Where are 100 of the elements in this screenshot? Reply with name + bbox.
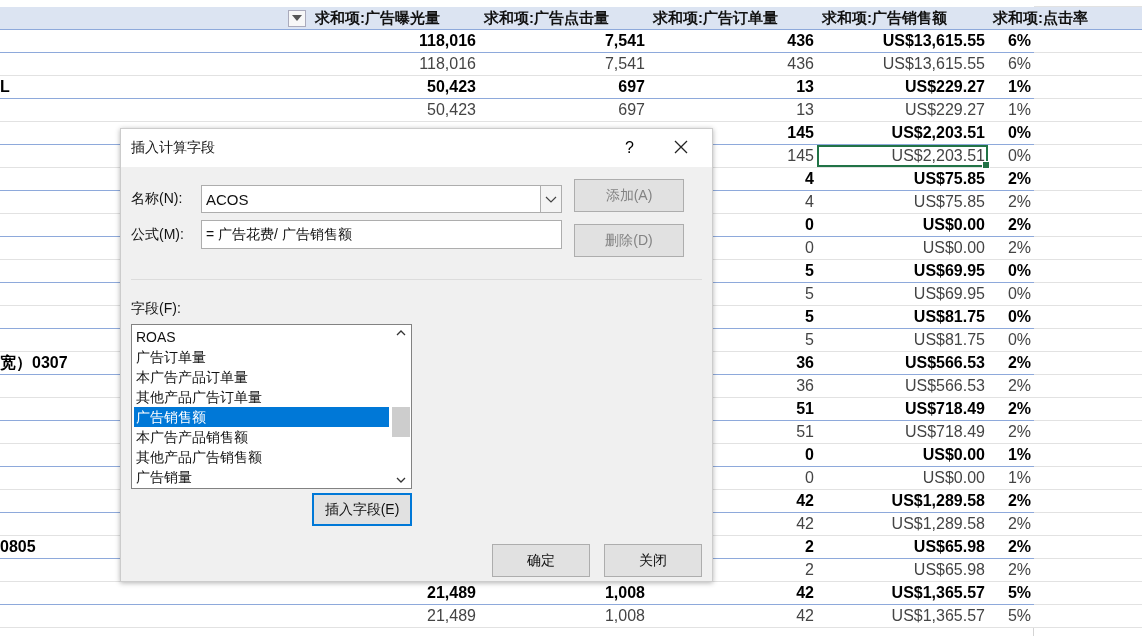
- formula-label: 公式(M):: [131, 225, 185, 244]
- close-icon[interactable]: [674, 140, 690, 156]
- scroll-down-icon[interactable]: [396, 477, 406, 483]
- table-cell: US$65.98: [913, 538, 985, 556]
- table-cell: 13: [796, 78, 814, 96]
- table-cell: 5: [805, 285, 814, 303]
- table-cell: US$81.75: [913, 308, 985, 326]
- table-cell: US$69.95: [913, 285, 985, 303]
- table-cell: 118,016: [419, 55, 476, 73]
- help-button[interactable]: ?: [625, 139, 634, 157]
- table-cell: 436: [787, 32, 814, 50]
- table-cell: 5: [805, 308, 814, 326]
- table-cell: 21,489: [427, 607, 476, 625]
- scroll-up-icon[interactable]: [396, 330, 406, 336]
- fill-handle[interactable]: [982, 161, 990, 169]
- table-cell: 2%: [1007, 400, 1031, 418]
- table-cell: US$13,615.55: [882, 32, 985, 50]
- table-cell: 7,541: [604, 32, 645, 50]
- table-cell: 2%: [1007, 239, 1031, 257]
- table-cell: 145: [787, 147, 814, 165]
- list-item[interactable]: ROAS: [134, 327, 389, 347]
- table-cell: US$13,615.55: [882, 55, 985, 73]
- list-item[interactable]: 广告销售额: [134, 407, 389, 427]
- table-cell: US$718.49: [904, 423, 985, 441]
- table-cell: 1%: [1007, 469, 1031, 487]
- table-cell: US$566.53: [904, 377, 985, 395]
- table-cell: 5%: [1007, 607, 1031, 625]
- table-cell: 2%: [1007, 193, 1031, 211]
- table-cell: US$69.95: [913, 262, 985, 280]
- table-cell: 50,423: [427, 78, 476, 96]
- table-cell: 0: [805, 216, 814, 234]
- table-cell: 5: [805, 331, 814, 349]
- table-cell: US$566.53: [904, 354, 985, 372]
- name-combo-box[interactable]: ACOS: [201, 185, 562, 213]
- scrollbar-thumb[interactable]: [392, 407, 410, 437]
- list-item[interactable]: 其他产品广告订单量: [134, 387, 389, 407]
- table-cell: 2: [805, 561, 814, 579]
- table-cell: 2%: [1007, 377, 1031, 395]
- table-cell: 21,489: [427, 584, 476, 602]
- table-cell: 0%: [1007, 147, 1031, 165]
- table-cell: 2%: [1007, 561, 1031, 579]
- table-cell: 2%: [1007, 538, 1031, 556]
- table-cell: US$1,289.58: [891, 492, 985, 510]
- dialog-button[interactable]: 关闭: [604, 544, 702, 577]
- list-item[interactable]: 广告销量: [134, 467, 389, 487]
- table-cell: 6%: [1007, 32, 1031, 50]
- filter-dropdown-icon[interactable]: [288, 9, 306, 27]
- table-cell: US$65.98: [913, 561, 985, 579]
- table-cell: 697: [618, 101, 645, 119]
- table-cell: 0: [805, 446, 814, 464]
- list-item[interactable]: 本广告产品订单量: [134, 367, 389, 387]
- table-cell: 4: [805, 170, 814, 188]
- formula-field[interactable]: = 广告花费/ 广告销售额: [201, 220, 562, 249]
- table-cell: US$1,365.57: [891, 607, 985, 625]
- table-cell: US$229.27: [904, 78, 985, 96]
- table-cell: 2%: [1007, 423, 1031, 441]
- list-item[interactable]: 广告订单量: [134, 347, 389, 367]
- table-cell: US$1,289.58: [891, 515, 985, 533]
- table-cell: 145: [787, 124, 814, 142]
- table-cell: 5%: [1007, 584, 1031, 602]
- fields-label: 字段(F):: [131, 300, 182, 318]
- insert-field-button[interactable]: 插入字段(E): [312, 493, 412, 526]
- table-cell: 1%: [1007, 446, 1031, 464]
- row-label: 宽）0307: [0, 352, 68, 373]
- list-item[interactable]: 其他产品广告销售额: [134, 447, 389, 467]
- table-cell: US$81.75: [913, 331, 985, 349]
- table-cell: US$718.49: [904, 400, 985, 418]
- table-cell: 2%: [1007, 170, 1031, 188]
- column-header: 求和项:广告曝光量: [315, 8, 440, 28]
- table-cell: 436: [787, 55, 814, 73]
- table-cell: US$1,365.57: [891, 584, 985, 602]
- table-cell: US$0.00: [922, 239, 985, 257]
- fields-list[interactable]: ROAS 广告订单量 本广告产品订单量 其他产品广告订单量 广告销售额 本广告产品销售额 其他产品广告销售额 广告销量: [131, 324, 412, 489]
- table-cell: 118,016: [419, 32, 476, 50]
- table-cell: 13: [796, 101, 814, 119]
- table-cell: 36: [796, 377, 814, 395]
- table-cell: 1,008: [604, 584, 645, 602]
- table-cell: US$2,203.51: [891, 124, 985, 142]
- table-cell: 0%: [1007, 124, 1031, 142]
- table-cell: 0%: [1007, 285, 1031, 303]
- table-cell: 42: [796, 584, 814, 602]
- table-cell: 50,423: [427, 101, 476, 119]
- table-cell: 0%: [1007, 262, 1031, 280]
- table-cell: 51: [796, 400, 814, 418]
- table-cell: US$75.85: [913, 170, 985, 188]
- table-cell: 42: [796, 492, 814, 510]
- dialog-button[interactable]: 确定: [492, 544, 590, 577]
- table-cell: 51: [796, 423, 814, 441]
- table-cell: US$0.00: [922, 216, 985, 234]
- table-cell: 36: [796, 354, 814, 372]
- table-cell: 2%: [1007, 216, 1031, 234]
- dialog-title: 插入计算字段: [131, 139, 216, 157]
- table-cell: 1%: [1007, 101, 1031, 119]
- list-item[interactable]: 本广告产品销售额: [134, 427, 389, 447]
- table-cell: 7,541: [604, 55, 645, 73]
- selected-cell[interactable]: US$2,203.51: [817, 145, 988, 167]
- table-cell: US$229.27: [904, 101, 985, 119]
- table-cell: 2%: [1007, 515, 1031, 533]
- table-cell: 6%: [1007, 55, 1031, 73]
- table-cell: 1,008: [604, 607, 645, 625]
